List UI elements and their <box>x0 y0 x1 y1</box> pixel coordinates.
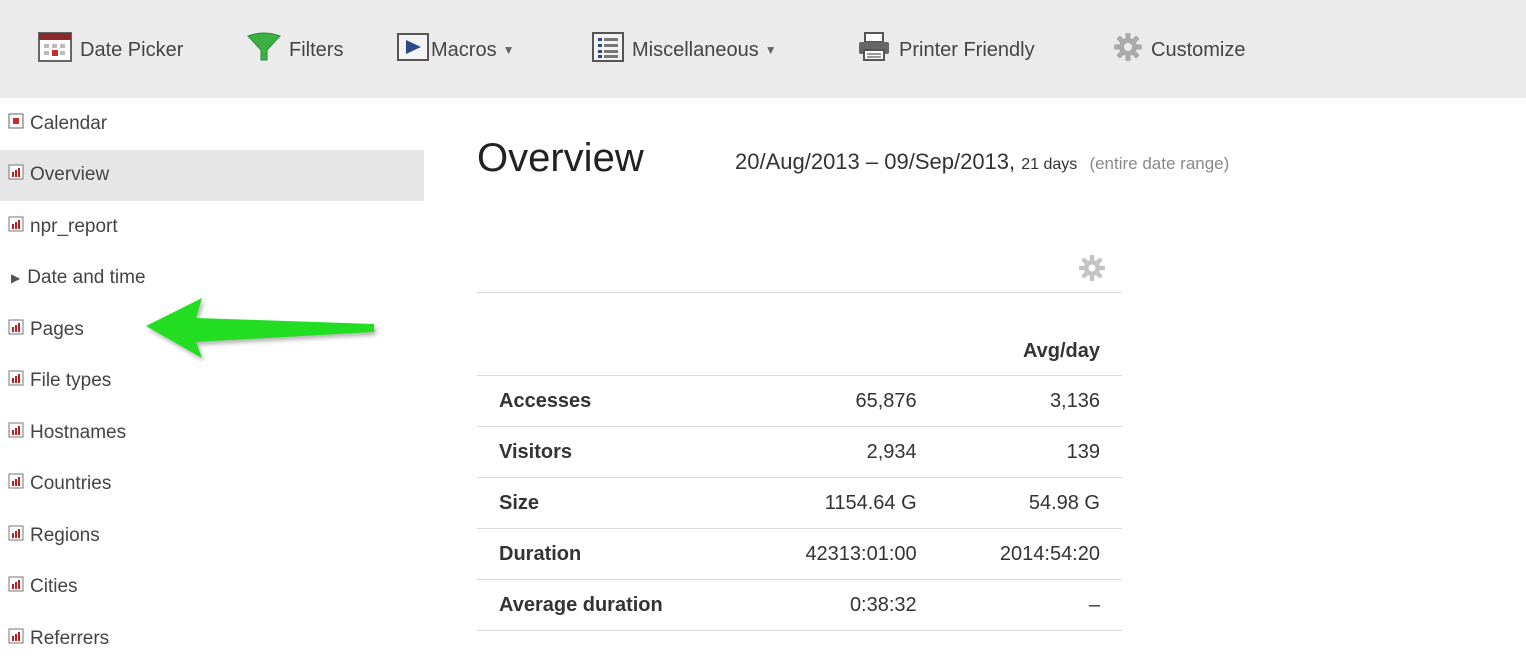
sidebar-item-label: Cities <box>30 576 78 598</box>
macros-button[interactable]: Macros ▼ <box>397 30 514 70</box>
list-icon <box>592 32 624 68</box>
annotation-arrow <box>140 292 380 367</box>
date-range-text: 20/Aug/2013 – 09/Sep/2013, <box>735 149 1016 174</box>
row-label: Size <box>477 477 742 529</box>
table-header-row: Avg/day <box>477 292 1122 376</box>
report-icon <box>8 576 24 598</box>
sidebar-item-referrers[interactable]: Referrers <box>0 613 424 665</box>
report-icon <box>8 319 24 341</box>
overview-table: Avg/day Accesses 65,876 3,136 Visitors 2… <box>477 292 1122 631</box>
row-label: Visitors <box>477 426 742 478</box>
row-avg: 3,136 <box>938 375 1122 427</box>
gear-icon <box>1113 32 1143 68</box>
miscellaneous-label: Miscellaneous <box>632 38 759 61</box>
column-header-avg-day: Avg/day <box>938 292 1122 376</box>
report-icon <box>8 164 24 186</box>
sidebar-item-label: npr_report <box>30 215 118 237</box>
row-avg: – <box>938 579 1122 631</box>
row-avg: 54.98 G <box>938 477 1122 529</box>
report-icon <box>8 473 24 495</box>
sidebar-item-label: Calendar <box>30 112 108 134</box>
table-options-gear-icon[interactable] <box>1077 253 1107 288</box>
macros-label: Macros <box>431 38 497 61</box>
report-icon <box>8 216 24 238</box>
row-avg: 139 <box>938 426 1122 478</box>
date-picker-label: Date Picker <box>80 38 184 61</box>
miscellaneous-button[interactable]: Miscellaneous ▼ <box>592 30 777 70</box>
sidebar-item-label: Referrers <box>30 627 110 649</box>
sidebar-item-label: Regions <box>30 524 100 546</box>
report-icon <box>8 422 24 444</box>
report-icon <box>8 370 24 392</box>
report-icon <box>8 628 24 650</box>
table-row: Visitors 2,934 139 <box>477 426 1122 478</box>
row-total: 42313:01:00 <box>741 528 939 580</box>
row-total: 2,934 <box>741 426 939 478</box>
date-picker-button[interactable]: Date Picker <box>38 30 183 70</box>
sidebar-item-label: Date and time <box>27 267 146 289</box>
sidebar-item-label: File types <box>30 370 112 392</box>
sidebar-item-hostnames[interactable]: Hostnames <box>0 407 424 459</box>
printer-friendly-button[interactable]: Printer Friendly <box>857 30 1035 70</box>
row-label: Average duration <box>477 579 742 631</box>
sidebar: Calendar Overview npr_report ▶ Date and … <box>0 98 424 665</box>
sidebar-item-regions[interactable]: Regions <box>0 510 424 562</box>
expand-triangle-icon: ▶ <box>11 271 21 286</box>
filters-label: Filters <box>289 38 344 61</box>
row-total: 65,876 <box>741 375 939 427</box>
table-row: Accesses 65,876 3,136 <box>477 375 1122 427</box>
report-icon <box>8 525 24 547</box>
table-row: Duration 42313:01:00 2014:54:20 <box>477 528 1122 580</box>
sidebar-item-overview[interactable]: Overview <box>0 149 424 201</box>
sidebar-item-label: Overview <box>30 164 110 186</box>
sidebar-item-label: Pages <box>30 318 84 340</box>
funnel-icon <box>247 32 281 68</box>
column-header-total <box>741 292 939 376</box>
chevron-down-icon: ▼ <box>764 43 777 57</box>
row-total: 0:38:32 <box>741 579 939 631</box>
sidebar-item-cities[interactable]: Cities <box>0 562 424 614</box>
play-icon <box>397 32 429 68</box>
row-label: Accesses <box>477 375 742 427</box>
table-row: Average duration 0:38:32 – <box>477 579 1122 631</box>
sidebar-item-npr-report[interactable]: npr_report <box>0 201 424 253</box>
row-label: Duration <box>477 528 742 580</box>
page-title: Overview <box>477 136 644 180</box>
row-avg: 2014:54:20 <box>938 528 1122 580</box>
customize-button[interactable]: Customize <box>1113 30 1245 70</box>
sidebar-item-countries[interactable]: Countries <box>0 459 424 511</box>
row-total: 1154.64 G <box>741 477 939 529</box>
sidebar-item-label: Hostnames <box>30 421 127 443</box>
calendar-icon <box>8 113 24 135</box>
sidebar-item-label: Countries <box>30 473 112 495</box>
printer-icon <box>857 32 891 68</box>
column-header-label <box>477 292 742 376</box>
printer-friendly-label: Printer Friendly <box>899 38 1035 61</box>
date-range-note: (entire date range) <box>1089 154 1230 173</box>
toolbar: Date Picker Filters Macros ▼ Miscellaneo… <box>0 0 1526 98</box>
day-count: 21 days <box>1021 156 1078 173</box>
table-row: Size 1154.64 G 54.98 G <box>477 477 1122 529</box>
sidebar-item-calendar[interactable]: Calendar <box>0 98 424 150</box>
date-range: 20/Aug/2013 – 09/Sep/2013, 21 days (enti… <box>735 147 1229 180</box>
customize-label: Customize <box>1151 38 1246 61</box>
chevron-down-icon: ▼ <box>502 43 515 57</box>
filters-button[interactable]: Filters <box>247 30 343 70</box>
calendar-icon <box>38 32 72 68</box>
